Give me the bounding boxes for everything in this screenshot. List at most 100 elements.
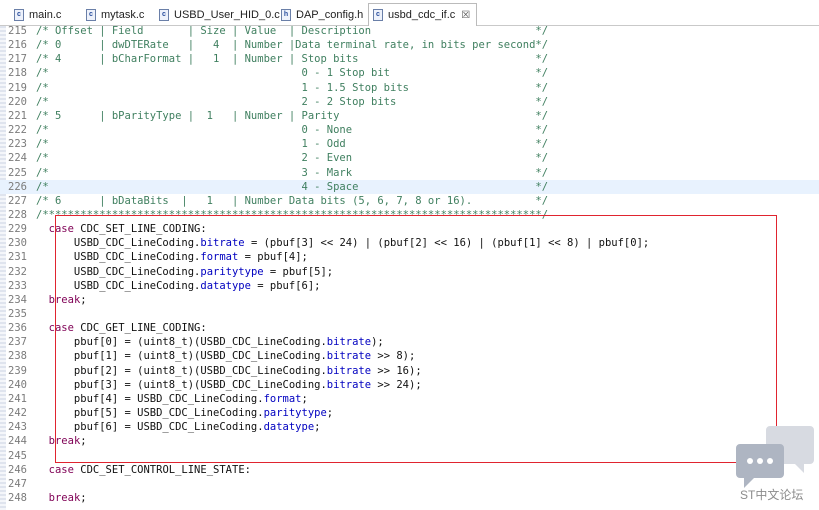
code-line[interactable]: 223 /* 1 - Odd */ <box>0 137 819 151</box>
code-line[interactable]: 243 pbuf[6] = USBD_CDC_LineCoding.dataty… <box>0 420 819 434</box>
tab-label: mytask.c <box>101 8 145 21</box>
code-line[interactable]: 220 /* 2 - 2 Stop bits */ <box>0 95 819 109</box>
code-line[interactable]: 238 pbuf[1] = (uint8_t)(USBD_CDC_LineCod… <box>0 349 819 363</box>
line-number: 231 <box>8 251 27 264</box>
line-number: 225 <box>8 166 27 179</box>
code-text: pbuf[0] = (uint8_t)(USBD_CDC_LineCoding.… <box>36 335 384 349</box>
code-token: CDC_SET_LINE_CODING: <box>73 223 207 236</box>
code-line[interactable]: 228 /************************************… <box>0 208 819 222</box>
code-text: break; <box>36 491 87 505</box>
code-token: = pbuf[4]; <box>238 251 308 264</box>
code-token: USBD_CDC_LineCoding. <box>36 279 201 292</box>
code-text: break; <box>36 293 87 307</box>
code-text: /* 4 - Space */ <box>36 180 548 194</box>
field-token: bitrate <box>200 237 245 250</box>
comment-token: /* 0 - 1 Stop bit */ <box>36 67 549 80</box>
code-line[interactable]: 229 case CDC_SET_LINE_CODING: <box>0 222 819 236</box>
code-line[interactable]: 233 USBD_CDC_LineCoding.datatype = pbuf[… <box>0 279 819 293</box>
tab-label: USBD_User_HID_0.c <box>174 8 280 21</box>
tab-main-c[interactable]: c main.c <box>14 4 61 25</box>
line-number: 237 <box>8 336 27 349</box>
tab-usbd-user-hid-0-c[interactable]: c USBD_User_HID_0.c <box>159 4 280 25</box>
c-file-icon: c <box>86 8 96 21</box>
code-token: USBD_CDC_LineCoding. <box>36 237 201 250</box>
code-line[interactable]: 227 /* 6 | bDataBits | 1 | Number Data bi… <box>0 194 819 208</box>
comment-token: /* 2 - 2 Stop bits */ <box>36 95 549 108</box>
code-line[interactable]: 216 /* 0 | dwDTERate | 4 | Number |Data t… <box>0 38 819 52</box>
code-line[interactable]: 221 /* 5 | bParityType | 1 | Number | Par… <box>0 109 819 123</box>
code-line[interactable]: 237 pbuf[0] = (uint8_t)(USBD_CDC_LineCod… <box>0 335 819 349</box>
line-number: 215 <box>8 26 27 37</box>
code-line[interactable]: 240 pbuf[3] = (uint8_t)(USBD_CDC_LineCod… <box>0 378 819 392</box>
code-token: = pbuf[5]; <box>263 265 334 278</box>
code-line[interactable]: 234 break; <box>0 293 819 307</box>
code-token: pbuf[0] = (uint8_t)(USBD_CDC_LineCoding. <box>36 336 327 349</box>
code-line[interactable]: 225 /* 3 - Mark */ <box>0 166 819 180</box>
code-line[interactable]: 231 USBD_CDC_LineCoding.format = pbuf[4]… <box>0 250 819 264</box>
code-line[interactable]: 222 /* 0 - None */ <box>0 123 819 137</box>
code-text: /* 1 - 1.5 Stop bits */ <box>36 81 548 95</box>
tab-mytask-c[interactable]: c mytask.c <box>86 4 144 25</box>
code-token: ); <box>371 336 384 349</box>
code-text: pbuf[1] = (uint8_t)(USBD_CDC_LineCoding.… <box>36 349 415 363</box>
code-line[interactable]: 219 /* 1 - 1.5 Stop bits */ <box>0 81 819 95</box>
code-token: ; <box>80 293 87 306</box>
code-line[interactable]: 239 pbuf[2] = (uint8_t)(USBD_CDC_LineCod… <box>0 364 819 378</box>
code-line[interactable]: 245 <box>0 449 819 463</box>
line-number: 242 <box>8 407 27 420</box>
keyword-token: break <box>48 491 81 504</box>
code-text: pbuf[5] = USBD_CDC_LineCoding.paritytype… <box>36 406 333 420</box>
code-text: case CDC_GET_LINE_CODING: <box>36 321 207 335</box>
field-token: datatype <box>263 421 315 434</box>
code-text: USBD_CDC_LineCoding.bitrate = (pbuf[3] <… <box>36 236 649 250</box>
code-token: >> 8); <box>371 350 416 363</box>
code-line[interactable]: 246 case CDC_SET_CONTROL_LINE_STATE: <box>0 463 819 477</box>
code-line[interactable]: 230 USBD_CDC_LineCoding.bitrate = (pbuf[… <box>0 236 819 250</box>
comment-token: /* 5 | bParityType | 1 | Number | Parity… <box>36 109 549 122</box>
code-editor[interactable]: 215 /* Offset | Field | Size | Value | De… <box>0 26 819 510</box>
keyword-token: break <box>48 293 81 306</box>
code-token: = (pbuf[3] << 24) | (pbuf[2] << 16) | (p… <box>244 237 650 250</box>
line-number: 229 <box>8 223 27 236</box>
editor-tab-bar: c main.c c mytask.c c USBD_User_HID_0.c h DAP_c… <box>0 0 819 26</box>
code-line[interactable]: 224 /* 2 - Even */ <box>0 151 819 165</box>
code-text: /* 0 - None */ <box>36 123 548 137</box>
code-token: pbuf[2] = (uint8_t)(USBD_CDC_LineCoding. <box>36 364 327 377</box>
code-text: USBD_CDC_LineCoding.datatype = pbuf[6]; <box>36 279 321 293</box>
code-line[interactable]: 218 /* 0 - 1 Stop bit */ <box>0 66 819 80</box>
code-text: break; <box>36 434 87 448</box>
code-text: /* 2 - 2 Stop bits */ <box>36 95 548 109</box>
code-line[interactable]: 241 pbuf[4] = USBD_CDC_LineCoding.format… <box>0 392 819 406</box>
code-token: pbuf[4] = USBD_CDC_LineCoding. <box>36 392 264 405</box>
comment-token: /***************************************… <box>36 208 549 221</box>
line-number: 241 <box>8 392 27 405</box>
code-line[interactable]: 217 /* 4 | bCharFormat | 1 | Number | Sto… <box>0 52 819 66</box>
code-line[interactable]: 232 USBD_CDC_LineCoding.paritytype = pbu… <box>0 265 819 279</box>
field-token: bitrate <box>326 364 372 377</box>
code-token: CDC_SET_CONTROL_LINE_STATE: <box>73 463 251 476</box>
keyword-token: break <box>48 435 81 448</box>
close-tab-icon[interactable]: ☒ <box>461 10 470 21</box>
code-line[interactable]: 236 case CDC_GET_LINE_CODING: <box>0 321 819 335</box>
field-token: bitrate <box>326 378 372 391</box>
c-file-icon: c <box>14 8 24 21</box>
code-line[interactable]: 235 <box>0 307 819 321</box>
field-token: paritytype <box>263 407 327 420</box>
comment-token: /* 0 | dwDTERate | 4 | Number |Data term… <box>36 39 549 52</box>
code-text: /* 0 | dwDTERate | 4 | Number |Data term… <box>36 38 548 52</box>
code-line[interactable]: 215 /* Offset | Field | Size | Value | De… <box>0 26 819 38</box>
code-text: /* 2 - Even */ <box>36 151 548 165</box>
line-number: 224 <box>8 152 27 165</box>
watermark-text: ST中文论坛 <box>740 488 804 502</box>
tab-usbd-cdc-if-c[interactable]: c usbd_cdc_if.c ☒ <box>368 3 478 26</box>
code-line[interactable]: 248 break; <box>0 491 819 505</box>
code-line[interactable]: 242 pbuf[5] = USBD_CDC_LineCoding.parity… <box>0 406 819 420</box>
code-text: USBD_CDC_LineCoding.format = pbuf[4]; <box>36 250 308 264</box>
code-line[interactable]: 244 break; <box>0 434 819 448</box>
tab-dap-config-h[interactable]: h DAP_config.h <box>281 4 363 25</box>
code-line[interactable]: 226 /* 4 - Space */ <box>0 179 819 194</box>
code-text: /***************************************… <box>36 208 548 222</box>
